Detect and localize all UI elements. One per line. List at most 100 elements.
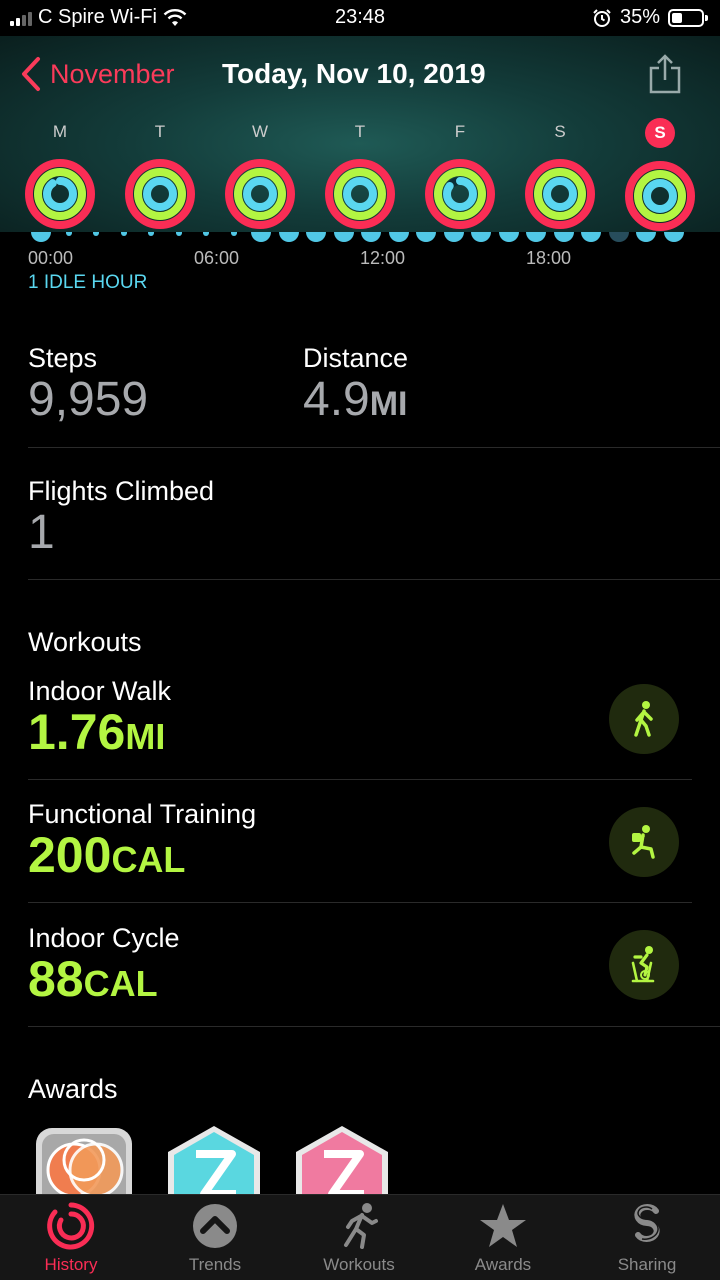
tab-history[interactable]: History [11,1201,131,1275]
distance-label: Distance [303,343,409,373]
activity-rings-icon [425,159,495,229]
tab-sharing[interactable]: Sharing [587,1201,707,1275]
running-figure-icon [344,1203,378,1249]
divider [28,902,692,903]
tab-bar: History Trends Workouts Awards Sharing [0,1194,720,1280]
battery-percent: 35% [619,6,660,28]
walking-icon[interactable] [609,684,679,754]
steps-value: 9,959 [28,373,149,426]
tab-label: Trends [188,1255,242,1274]
day-label: T [154,122,166,141]
share-icon[interactable] [646,54,684,94]
day-1[interactable]: T [122,118,198,230]
workout-number: 200 [28,827,112,883]
day-5[interactable]: S [522,118,598,230]
hour-bar [148,232,154,236]
day-4[interactable]: F [422,118,498,230]
sharing-s-icon [634,1204,660,1242]
tab-label: History [44,1255,98,1274]
tab-awards[interactable]: Awards [443,1201,563,1275]
hour-bar [581,232,601,242]
activity-rings-icon [625,161,695,231]
status-bar: C Spire Wi-Fi 23:48 35% [0,0,720,36]
hour-bar [636,232,656,242]
distance-number: 4.9 [303,373,370,426]
tick-label: 06:00 [194,248,240,268]
flights-label: Flights Climbed [28,476,215,506]
day-label: M [52,122,68,141]
workout-unit: CAL [111,839,186,880]
tab-label: Sharing [617,1255,677,1274]
hour-bar [553,232,574,242]
distance-unit: MI [369,385,408,423]
hour-bar [278,232,299,242]
battery-icon [668,8,708,27]
workout-value: 88CAL [28,950,158,1008]
functional-training-icon[interactable] [609,807,679,877]
hour-bar [608,232,629,242]
hour-bar [120,232,127,236]
steps-label: Steps [28,343,98,373]
history-rings-icon [47,1202,95,1250]
tick-label: 12:00 [360,248,406,268]
activity-rings-icon [125,159,195,229]
activity-rings-icon [25,159,95,229]
hour-bar [65,232,72,236]
alarm-icon [593,8,611,27]
awards-title: Awards [28,1074,118,1104]
day-label: S [554,122,566,141]
day-6[interactable]: S [622,118,698,232]
hour-bar [526,232,546,242]
workout-unit: MI [125,716,166,757]
day-label: W [251,122,269,141]
hour-bar [230,232,237,236]
hour-bar [361,232,381,242]
hour-bar [31,232,51,242]
day-label: T [354,122,366,141]
workout-unit: CAL [83,963,158,1004]
idle-hour-label: 1 IDLE HOUR [28,272,148,293]
hour-bar [663,232,684,242]
award-badge-rings[interactable] [34,1124,134,1204]
workouts-title: Workouts [28,627,142,657]
page-title: Today, Nov 10, 2019 [222,58,486,89]
award-badge-pink[interactable] [292,1124,392,1204]
day-3[interactable]: T [322,118,398,230]
hour-bar [471,232,491,242]
divider [28,447,720,448]
status-right: 35% [592,6,708,29]
flights-value: 1 [28,506,55,559]
activity-rings-icon [525,159,595,229]
tick-label: 00:00 [28,248,74,268]
workout-number: 1.76 [28,704,126,760]
tab-workouts[interactable]: Workouts [299,1201,419,1275]
award-badge-cyan[interactable] [164,1124,264,1204]
timeline-ticks: 00:00 06:00 12:00 18:00 [0,248,720,272]
hour-bar [175,232,182,236]
chevron-left-icon [22,57,40,91]
activity-rings-icon [225,159,295,229]
day-2[interactable]: W [222,118,298,230]
activity-rings-icon [325,159,395,229]
divider [28,779,692,780]
workout-value: 1.76MI [28,703,165,761]
star-icon [480,1204,526,1247]
workout-value: 200CAL [28,826,185,884]
divider [28,579,720,580]
activity-header: November Today, Nov 10, 2019 M T W T F S S [0,36,720,232]
hour-bar [498,232,519,242]
distance-value: 4.9MI [303,372,408,427]
day-label: S [645,118,675,148]
hour-bar [306,232,326,242]
tab-trends[interactable]: Trends [155,1201,275,1275]
divider [28,1026,720,1027]
workout-number: 88 [28,951,84,1007]
day-0[interactable]: M [22,118,98,230]
hour-bar [333,232,354,242]
hour-bar [416,232,436,242]
day-label: F [454,122,466,141]
hour-bar [388,232,409,242]
cycling-icon[interactable] [609,930,679,1000]
back-label: November [50,58,175,89]
back-button[interactable]: November [20,56,175,92]
